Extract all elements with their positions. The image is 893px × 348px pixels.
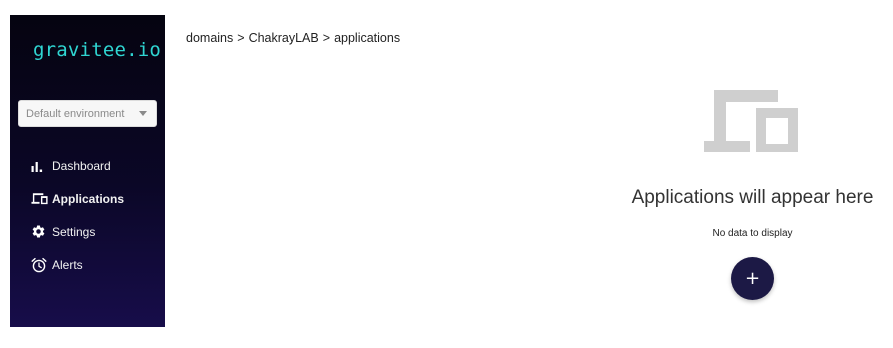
sidebar-item-settings[interactable]: Settings (10, 215, 165, 248)
sidebar-item-applications[interactable]: Applications (10, 182, 165, 215)
sidebar-item-label: Settings (52, 224, 96, 239)
sidebar-nav: Dashboard Applications Settings Alerts (10, 149, 165, 281)
empty-state-subtitle: No data to display (712, 228, 793, 239)
breadcrumb-item-current: applications (334, 31, 401, 45)
environment-select[interactable]: Default environment (18, 100, 157, 127)
empty-state-title: Applications will appear here (631, 187, 874, 208)
breadcrumb: domains > ChakrayLAB > applications (186, 31, 400, 45)
sidebar-item-dashboard[interactable]: Dashboard (10, 149, 165, 182)
sidebar-item-label: Dashboard (52, 158, 111, 173)
breadcrumb-separator: > (237, 31, 245, 45)
breadcrumb-item-domains[interactable]: domains (186, 31, 233, 45)
add-application-button[interactable]: + (731, 257, 774, 300)
sidebar-item-label: Applications (52, 191, 125, 206)
empty-state: Applications will appear here No data to… (620, 88, 885, 308)
gear-icon (31, 224, 49, 240)
breadcrumb-separator: > (322, 31, 331, 45)
bar-chart-icon (31, 158, 49, 174)
sidebar-item-label: Alerts (52, 257, 83, 272)
devices-icon (31, 191, 49, 207)
sidebar: gravitee.io Default environment Dashboar… (10, 15, 165, 327)
sidebar-item-alerts[interactable]: Alerts (10, 248, 165, 281)
devices-icon (704, 88, 798, 158)
gravitee-logo[interactable]: gravitee.io (33, 39, 161, 61)
environment-select-value: Default environment (26, 108, 125, 120)
app-frame: gravitee.io Default environment Dashboar… (0, 0, 893, 348)
chevron-down-icon (139, 111, 147, 116)
alarm-clock-icon (31, 257, 49, 273)
breadcrumb-item-domain[interactable]: ChakrayLAB (249, 31, 319, 45)
